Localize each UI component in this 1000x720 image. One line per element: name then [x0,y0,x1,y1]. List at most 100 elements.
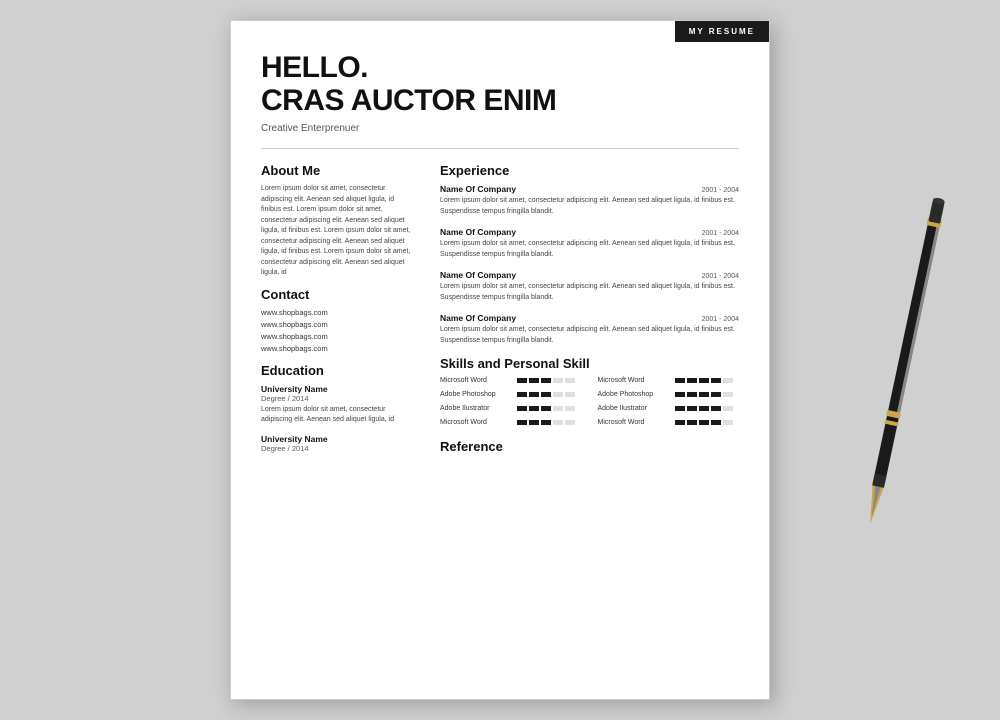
seg [699,406,709,411]
seg [565,378,575,383]
skill-bar-2 [675,378,733,383]
seg [699,420,709,425]
skill-label-4: Adobe Photoshop [598,391,670,398]
divider [261,148,739,149]
right-column: Experience Name Of Company 2001 - 2004 L… [440,163,739,461]
exp-dates-1: 2001 - 2004 [702,187,739,194]
skill-row-7: Microsoft Word [440,419,582,426]
seg [699,392,709,397]
seg [517,406,527,411]
contact-links: www.shopbags.com www.shopbags.com www.sh… [261,308,416,353]
skill-row-8: Microsoft Word [598,419,740,426]
exp-company-1: Name Of Company [440,184,516,194]
skill-label-7: Microsoft Word [440,419,512,426]
seg [723,378,733,383]
edu-name-2: University Name [261,434,416,444]
exp-text-2: Lorem ipsum dolor sit amet, consectetur … [440,239,739,260]
skill-label-8: Microsoft Word [598,419,670,426]
seg [529,392,539,397]
exp-company-2: Name Of Company [440,227,516,237]
seg [565,420,575,425]
exp-dates-3: 2001 - 2004 [702,273,739,280]
exp-item-2: Name Of Company 2001 - 2004 Lorem ipsum … [440,227,739,260]
contact-section-title: Contact [261,287,416,302]
skill-bar-8 [675,420,733,425]
skill-bar-3 [517,392,575,397]
left-column: About Me Lorem ipsum dolor sit amet, con… [261,163,416,461]
full-name: CRAS AUCTOR ENIM [261,84,639,117]
seg [517,378,527,383]
exp-dates-2: 2001 - 2004 [702,230,739,237]
seg [529,406,539,411]
seg [553,378,563,383]
skill-bar-6 [675,406,733,411]
skill-bar-1 [517,378,575,383]
seg [687,392,697,397]
contact-link-3: www.shopbags.com [261,332,416,341]
seg [565,406,575,411]
edu-degree-2: Degree / 2014 [261,444,416,453]
edu-name-1: University Name [261,384,416,394]
contact-link-1: www.shopbags.com [261,308,416,317]
seg [541,406,551,411]
seg [711,406,721,411]
edu-item-2: University Name Degree / 2014 [261,434,416,453]
contact-link-4: www.shopbags.com [261,344,416,353]
pen-decoration [854,188,955,532]
seg [517,392,527,397]
seg [675,392,685,397]
resume-content: HELLO. CRAS AUCTOR ENIM Creative Enterpr… [231,21,769,699]
exp-company-4: Name Of Company [440,313,516,323]
seg [517,420,527,425]
edu-text-1: Lorem ipsum dolor sit amet, consectetur … [261,405,416,426]
skill-row-3: Adobe Photoshop [440,391,582,398]
skills-grid: Microsoft Word [440,377,739,429]
seg [529,378,539,383]
exp-company-3: Name Of Company [440,270,516,280]
seg [723,392,733,397]
exp-dates-4: 2001 - 2004 [702,316,739,323]
exp-header-3: Name Of Company 2001 - 2004 [440,270,739,280]
reference-section-title: Reference [440,439,739,454]
seg [687,378,697,383]
seg [675,420,685,425]
pen-svg [856,188,956,527]
seg [529,420,539,425]
skill-label-3: Adobe Photoshop [440,391,512,398]
skill-bar-4 [675,392,733,397]
edu-item-1: University Name Degree / 2014 Lorem ipsu… [261,384,416,426]
page-wrapper: MY RESUME HELLO. CRAS AUCTOR ENIM Creati… [0,0,1000,720]
seg [687,420,697,425]
main-columns: About Me Lorem ipsum dolor sit amet, con… [261,163,739,461]
exp-header-4: Name Of Company 2001 - 2004 [440,313,739,323]
seg [675,378,685,383]
exp-text-3: Lorem ipsum dolor sit amet, consectetur … [440,282,739,303]
edu-degree-1: Degree / 2014 [261,394,416,403]
seg [553,420,563,425]
education-section-title: Education [261,363,416,378]
seg [553,392,563,397]
skill-row-6: Adobe Ilustrator [598,405,740,412]
name-section: HELLO. CRAS AUCTOR ENIM Creative Enterpr… [261,51,739,134]
skill-label-5: Adobe Ilustrator [440,405,512,412]
seg [723,420,733,425]
skill-row-2: Microsoft Word [598,377,740,384]
experience-section-title: Experience [440,163,739,178]
seg [723,406,733,411]
job-title: Creative Enterprenuer [261,123,639,134]
skills-section: Skills and Personal Skill Microsoft Word [440,356,739,429]
contact-link-2: www.shopbags.com [261,320,416,329]
skill-bar-7 [517,420,575,425]
seg [675,406,685,411]
skill-row-4: Adobe Photoshop [598,391,740,398]
skill-label-2: Microsoft Word [598,377,670,384]
exp-item-3: Name Of Company 2001 - 2004 Lorem ipsum … [440,270,739,303]
seg [541,378,551,383]
reference-section: Reference [440,439,739,454]
exp-text-1: Lorem ipsum dolor sit amet, consectetur … [440,196,739,217]
seg [541,420,551,425]
resume-badge: MY RESUME [675,21,769,42]
seg [711,378,721,383]
skill-label-1: Microsoft Word [440,377,512,384]
exp-header-2: Name Of Company 2001 - 2004 [440,227,739,237]
